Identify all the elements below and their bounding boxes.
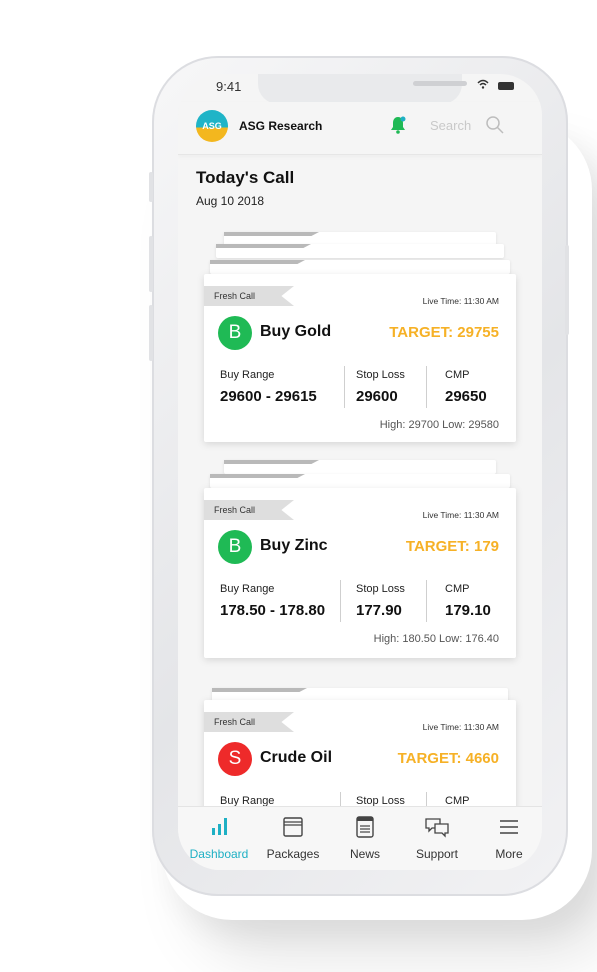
tab-label: Dashboard [189,847,249,861]
status-time: 9:41 [216,79,242,94]
app-screen: 9:41 ASG ASG Research Search Today's Cal… [178,74,542,870]
tab-label: News [349,847,380,861]
buy-badge: B [218,530,252,564]
divider [426,580,427,622]
bar-chart-icon [206,815,232,839]
buy-range-value: 178.50 - 178.80 [220,602,326,619]
buy-range-label: Buy Range [220,583,275,595]
chat-icon [424,815,450,839]
cmp-value: 179.10 [445,602,491,619]
cmp-value: 29650 [445,388,487,405]
fresh-call-tag: Fresh Call [204,500,294,520]
sell-badge: S [218,742,252,776]
stacked-card-shadow [224,460,496,474]
buy-range-label: Buy Range [220,369,275,381]
page-date: Aug 10 2018 [196,194,265,208]
call-target: TARGET: 4660 [397,750,499,767]
divider [344,366,345,408]
stop-loss-value: 29600 [356,388,398,405]
stacked-card-shadow [210,474,510,488]
tab-label: Support [415,847,459,861]
high-low: High: 180.50 Low: 176.40 [373,633,499,645]
wifi-icon [477,79,492,92]
divider [340,580,341,622]
stop-loss-label: Stop Loss [356,583,405,595]
fresh-call-tag: Fresh Call [204,712,294,732]
stacked-card-shadow [210,260,510,274]
call-card-zinc[interactable]: Fresh Call Live Time: 11:30 AM B Buy Zin… [204,488,516,658]
live-time: Live Time: 11:30 AM [422,722,499,732]
notification-bell-icon[interactable] [390,116,406,134]
call-target: TARGET: 29755 [389,324,499,341]
call-name: Crude Oil [260,749,333,766]
battery-icon [498,82,514,91]
search-icon[interactable] [485,115,505,135]
cmp-label: CMP [445,583,470,595]
volume-down-button [149,305,153,361]
tab-news[interactable]: News [329,815,401,861]
power-button [565,245,569,335]
divider [426,366,427,408]
call-name: Buy Zinc [260,537,328,554]
call-name: Buy Gold [260,323,332,340]
app-logo[interactable]: ASG [196,110,228,142]
tab-label: More [495,847,523,861]
tab-packages[interactable]: Packages [257,815,329,861]
stacked-card-shadow [216,244,504,258]
stop-loss-value: 177.90 [356,602,402,619]
status-icons [477,79,514,92]
call-target: TARGET: 179 [405,538,499,555]
mute-switch [149,172,153,202]
bottom-tab-bar: Dashboard Packages News Support More [178,806,542,870]
tab-dashboard[interactable]: Dashboard [183,815,255,861]
tab-more[interactable]: More [473,815,542,861]
tab-support[interactable]: Support [401,815,473,861]
high-low: High: 29700 Low: 29580 [379,419,499,431]
fresh-call-tag: Fresh Call [204,286,294,306]
volume-up-button [149,236,153,292]
tab-label: Packages [266,847,320,861]
app-header: ASG ASG Research Search [178,102,542,155]
live-time: Live Time: 11:30 AM [422,510,499,520]
brand-name: ASG Research [239,119,323,133]
live-time: Live Time: 11:30 AM [422,296,499,306]
news-icon [352,815,378,839]
search-placeholder: Search [430,118,472,133]
menu-icon [496,815,522,839]
call-card-gold[interactable]: Fresh Call Live Time: 11:30 AM B Buy Gol… [204,274,516,442]
buy-range-value: 29600 - 29615 [220,388,317,405]
page-title: Today's Call [196,168,295,187]
package-icon [280,815,306,839]
stop-loss-label: Stop Loss [356,369,405,381]
search-box[interactable]: Search [430,115,510,137]
buy-badge: B [218,316,252,350]
notch [258,74,467,104]
speaker [413,81,467,86]
cmp-label: CMP [445,369,470,381]
